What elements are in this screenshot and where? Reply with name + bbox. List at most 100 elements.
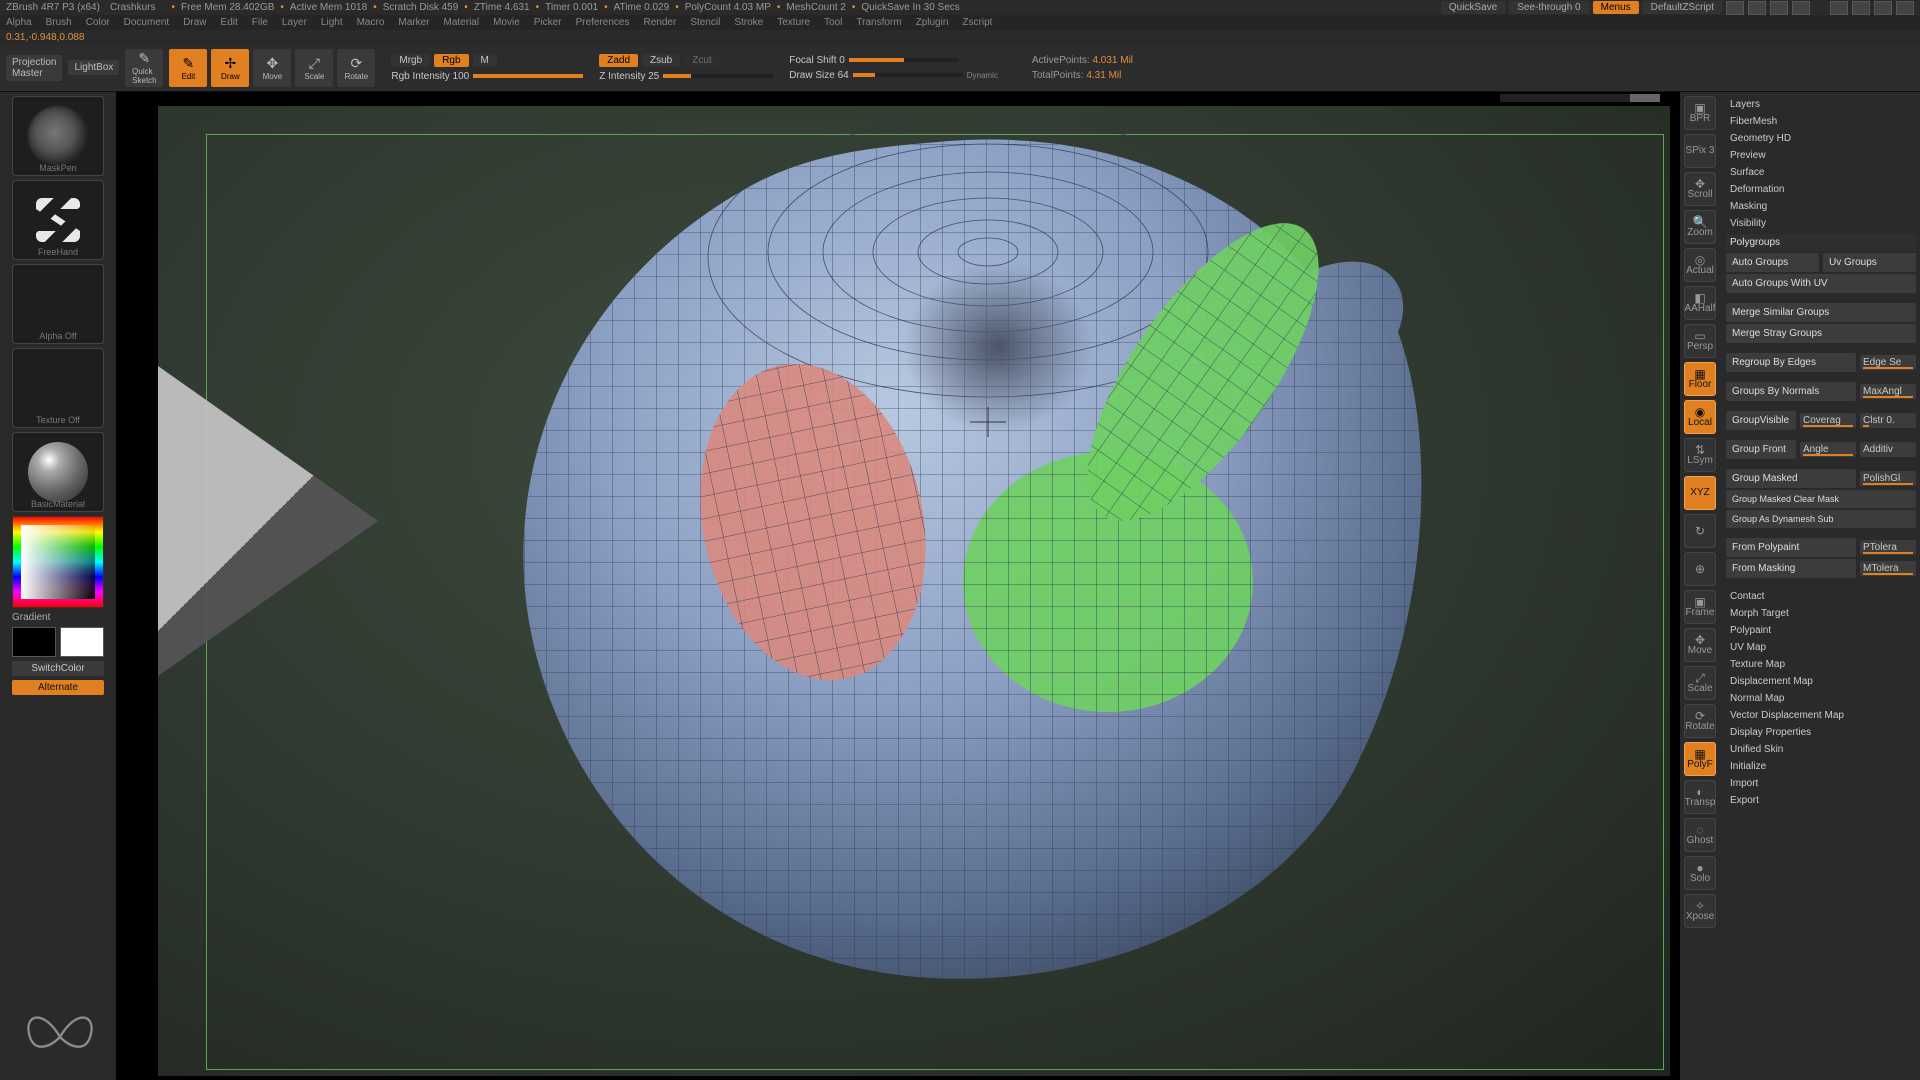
edit-mode-button[interactable]: ✎Edit <box>169 49 207 87</box>
default-zscript[interactable]: DefaultZScript <box>1643 1 1722 14</box>
section-geometry-hd[interactable]: Geometry HD <box>1726 130 1916 147</box>
hide-icon[interactable] <box>1852 1 1870 15</box>
menu-material[interactable]: Material <box>444 17 480 28</box>
min-icon[interactable] <box>1830 1 1848 15</box>
menu-document[interactable]: Document <box>124 17 170 28</box>
regroup-edges-button[interactable]: Regroup By Edges <box>1726 353 1856 372</box>
rail-⊕-button[interactable]: ⊕ <box>1684 552 1716 586</box>
menu-alpha[interactable]: Alpha <box>6 17 32 28</box>
section-morph-target[interactable]: Morph Target <box>1726 605 1916 622</box>
rail-rotate-button[interactable]: ⟳Rotate <box>1684 704 1716 738</box>
rail-xpose-button[interactable]: ✧Xpose <box>1684 894 1716 928</box>
menu-edit[interactable]: Edit <box>221 17 238 28</box>
section-display-properties[interactable]: Display Properties <box>1726 724 1916 741</box>
section-texture-map[interactable]: Texture Map <box>1726 656 1916 673</box>
menu-zscript[interactable]: Zscript <box>962 17 992 28</box>
rail-zoom-button[interactable]: 🔍Zoom <box>1684 210 1716 244</box>
section-import[interactable]: Import <box>1726 775 1916 792</box>
additive-toggle[interactable]: Additiv <box>1860 442 1916 457</box>
section-masking[interactable]: Masking <box>1726 198 1916 215</box>
group-visible-button[interactable]: GroupVisible <box>1726 411 1796 430</box>
canvas-area[interactable] <box>116 92 1680 1080</box>
group-masked-button[interactable]: Group Masked <box>1726 469 1856 488</box>
groups-normals-button[interactable]: Groups By Normals <box>1726 382 1856 401</box>
max-icon[interactable] <box>1874 1 1892 15</box>
merge-similar-button[interactable]: Merge Similar Groups <box>1726 303 1916 322</box>
rail-scale-button[interactable]: ⤢Scale <box>1684 666 1716 700</box>
angle-slider[interactable]: Angle <box>1800 442 1856 457</box>
alpha-thumb[interactable]: Alpha Off <box>12 264 104 344</box>
menu-zplugin[interactable]: Zplugin <box>916 17 949 28</box>
menu-layer[interactable]: Layer <box>282 17 307 28</box>
zcut-toggle[interactable]: Zcut <box>684 54 719 67</box>
menu-texture[interactable]: Texture <box>777 17 810 28</box>
stroke-thumb[interactable]: FreeHand <box>12 180 104 260</box>
projection-master-button[interactable]: Projection Master <box>6 55 62 81</box>
section-visibility[interactable]: Visibility <box>1726 215 1916 232</box>
gradient-label[interactable]: Gradient <box>12 612 104 623</box>
auto-groups-button[interactable]: Auto Groups <box>1726 253 1819 272</box>
menu-transform[interactable]: Transform <box>856 17 901 28</box>
close-icon[interactable] <box>1896 1 1914 15</box>
rail-↻-button[interactable]: ↻ <box>1684 514 1716 548</box>
rail-polyf-button[interactable]: ▦PolyF <box>1684 742 1716 776</box>
rail-transp-button[interactable]: ◐Transp <box>1684 780 1716 814</box>
rgb-intensity-slider[interactable] <box>473 74 583 78</box>
menu-file[interactable]: File <box>252 17 268 28</box>
draw-size-slider[interactable] <box>853 73 963 77</box>
section-polypaint[interactable]: Polypaint <box>1726 622 1916 639</box>
menu-movie[interactable]: Movie <box>493 17 520 28</box>
rail-aahalf-button[interactable]: ◧AAHalf <box>1684 286 1716 320</box>
draw-mode-button[interactable]: ✢Draw <box>211 49 249 87</box>
menus-button[interactable]: Menus <box>1593 1 1639 14</box>
section-initialize[interactable]: Initialize <box>1726 758 1916 775</box>
zsub-toggle[interactable]: Zsub <box>642 54 680 67</box>
material-thumb[interactable]: BasicMaterial <box>12 432 104 512</box>
polish-slider[interactable]: PolishGl <box>1860 471 1916 486</box>
section-fibermesh[interactable]: FiberMesh <box>1726 113 1916 130</box>
section-preview[interactable]: Preview <box>1726 147 1916 164</box>
move-mode-button[interactable]: ✥Move <box>253 49 291 87</box>
section-unified-skin[interactable]: Unified Skin <box>1726 741 1916 758</box>
brush-thumb[interactable]: MaskPen <box>12 96 104 176</box>
merge-stray-button[interactable]: Merge Stray Groups <box>1726 324 1916 343</box>
group-front-button[interactable]: Group Front <box>1726 440 1796 459</box>
section-export[interactable]: Export <box>1726 792 1916 809</box>
auto-groups-uv-button[interactable]: Auto Groups With UV <box>1726 274 1916 293</box>
quicksave-button[interactable]: QuickSave <box>1441 1 1505 14</box>
menu-preferences[interactable]: Preferences <box>576 17 630 28</box>
section-deformation[interactable]: Deformation <box>1726 181 1916 198</box>
max-angle-slider[interactable]: MaxAngl <box>1860 384 1916 399</box>
mtolerance-slider[interactable]: MTolera <box>1860 561 1916 576</box>
menu-stroke[interactable]: Stroke <box>734 17 763 28</box>
clstr-slider[interactable]: Clstr 0. <box>1860 413 1916 428</box>
group-masked-clear-button[interactable]: Group Masked Clear Mask <box>1726 490 1916 508</box>
section-contact[interactable]: Contact <box>1726 588 1916 605</box>
menu-render[interactable]: Render <box>644 17 677 28</box>
rail-actual-button[interactable]: ◎Actual <box>1684 248 1716 282</box>
viewport[interactable] <box>158 106 1670 1076</box>
polygroups-header[interactable]: Polygroups <box>1726 234 1916 251</box>
section-surface[interactable]: Surface <box>1726 164 1916 181</box>
switch-color-button[interactable]: SwitchColor <box>12 661 104 676</box>
menu-macro[interactable]: Macro <box>357 17 385 28</box>
rail-scroll-button[interactable]: ✥Scroll <box>1684 172 1716 206</box>
rail-persp-button[interactable]: ▭Persp <box>1684 324 1716 358</box>
from-masking-button[interactable]: From Masking <box>1726 559 1856 578</box>
mrgb-toggle[interactable]: Mrgb <box>391 54 430 67</box>
zadd-toggle[interactable]: Zadd <box>599 54 638 67</box>
layout4-icon[interactable] <box>1792 1 1810 15</box>
alternate-button[interactable]: Alternate <box>12 680 104 695</box>
menu-marker[interactable]: Marker <box>398 17 429 28</box>
m-toggle[interactable]: M <box>473 54 497 67</box>
rail-move-button[interactable]: ✥Move <box>1684 628 1716 662</box>
rail-solo-button[interactable]: ●Solo <box>1684 856 1716 890</box>
layout2-icon[interactable] <box>1748 1 1766 15</box>
layout-icon[interactable] <box>1726 1 1744 15</box>
menu-draw[interactable]: Draw <box>183 17 206 28</box>
color-swatches[interactable] <box>12 627 104 657</box>
focal-shift-slider[interactable] <box>849 58 959 62</box>
section-vector-displacement-map[interactable]: Vector Displacement Map <box>1726 707 1916 724</box>
rail-ghost-button[interactable]: ◌Ghost <box>1684 818 1716 852</box>
color-picker[interactable] <box>12 516 104 608</box>
